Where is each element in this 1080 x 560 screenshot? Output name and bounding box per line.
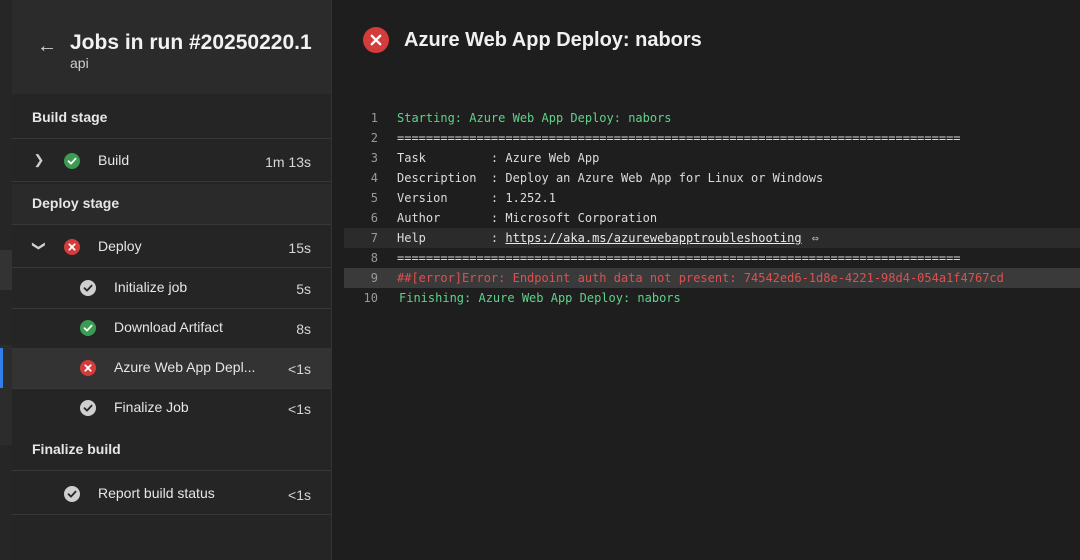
log-text: ========================================… xyxy=(397,251,961,265)
run-title: Jobs in run #20250220.1 xyxy=(70,31,312,54)
run-subtitle: api xyxy=(70,55,89,71)
step-row-download-artifact[interactable]: Download Artifact 8s xyxy=(12,308,331,349)
log-line-help[interactable]: 7 Help : https://aka.ms/azurewebapptroub… xyxy=(344,228,1080,248)
log-text: Starting: Azure Web App Deploy: nabors xyxy=(397,111,672,125)
line-number: 3 xyxy=(370,151,378,165)
line-number: 9 xyxy=(370,271,378,285)
log-text: Description : Deploy an Azure Web App fo… xyxy=(397,171,824,185)
success-check-icon xyxy=(80,320,96,336)
log-text: Version : 1.252.1 xyxy=(397,191,556,205)
error-x-icon xyxy=(80,360,96,376)
step-label: Azure Web App Depl... xyxy=(114,359,256,375)
log-line[interactable]: 1 Starting: Azure Web App Deploy: nabors xyxy=(344,108,1080,128)
log-title: Azure Web App Deploy: nabors xyxy=(404,29,702,51)
line-number: 8 xyxy=(370,251,378,265)
log-line[interactable]: 10 Finishing: Azure Web App Deploy: nabo… xyxy=(344,288,1080,308)
help-link[interactable]: https://aka.ms/azurewebapptroubleshootin… xyxy=(505,231,801,245)
step-duration: 5s xyxy=(296,281,311,297)
log-line[interactable]: 2 ======================================… xyxy=(344,128,1080,148)
stage-header-deploy: Deploy stage xyxy=(12,184,331,225)
log-line[interactable]: 6 Author : Microsoft Corporation xyxy=(344,208,1080,228)
job-row-deploy[interactable]: ❯ Deploy 15s xyxy=(12,227,331,268)
job-row-report-build-status[interactable]: Report build status <1s xyxy=(12,474,331,515)
stage-label: Finalize build xyxy=(32,441,121,457)
sidebar-header: ← Jobs in run #20250220.1 api xyxy=(12,0,331,94)
line-number: 10 xyxy=(363,291,378,305)
step-row-azure-web-app-deploy[interactable]: Azure Web App Depl... <1s xyxy=(0,348,331,389)
log-line[interactable]: 4 Description : Deploy an Azure Web App … xyxy=(344,168,1080,188)
job-label: Deploy xyxy=(98,238,142,254)
log-text: ========================================… xyxy=(397,131,961,145)
job-duration: 15s xyxy=(288,240,311,256)
left-edge-strip xyxy=(0,0,12,560)
step-duration: 8s xyxy=(296,321,311,337)
log-text: Task : Azure Web App xyxy=(397,151,600,165)
left-edge-block xyxy=(0,250,12,290)
line-number: 5 xyxy=(370,191,378,205)
step-label: Finalize Job xyxy=(114,399,189,415)
stage-label: Build stage xyxy=(32,109,108,125)
completed-check-icon xyxy=(80,400,96,416)
stage-header-build: Build stage xyxy=(12,98,331,139)
job-duration: <1s xyxy=(288,487,311,503)
log-line-error[interactable]: 9 ##[error]Error: Endpoint auth data not… xyxy=(344,268,1080,288)
error-x-icon xyxy=(64,239,80,255)
log-line[interactable]: 5 Version : 1.252.1 xyxy=(344,188,1080,208)
chevron-right-icon[interactable]: ❯ xyxy=(32,152,46,168)
job-label: Report build status xyxy=(98,485,215,501)
log-line[interactable]: 3 Task : Azure Web App xyxy=(344,148,1080,168)
error-x-icon xyxy=(363,27,389,53)
line-number: 1 xyxy=(370,111,378,125)
log-text: Finishing: Azure Web App Deploy: nabors xyxy=(399,291,681,305)
log-panel: Azure Web App Deploy: nabors 1 Starting:… xyxy=(332,0,1080,560)
stage-label: Deploy stage xyxy=(32,195,120,211)
success-check-icon xyxy=(64,153,80,169)
step-duration: <1s xyxy=(288,401,311,417)
step-row-initialize-job[interactable]: Initialize job 5s xyxy=(12,268,331,309)
log-line[interactable]: 8 ======================================… xyxy=(344,248,1080,268)
line-number: 7 xyxy=(370,231,378,245)
log-text: Help : https://aka.ms/azurewebapptrouble… xyxy=(397,228,819,248)
step-row-finalize-job[interactable]: Finalize Job <1s xyxy=(12,388,331,428)
line-number: 6 xyxy=(370,211,378,225)
log-text: Author : Microsoft Corporation xyxy=(397,211,658,225)
job-duration: 1m 13s xyxy=(265,154,311,170)
stage-header-finalize: Finalize build xyxy=(12,430,331,471)
arrow-left-icon[interactable]: ← xyxy=(37,34,57,58)
job-row-build[interactable]: ❯ Build 1m 13s xyxy=(12,141,331,182)
completed-check-icon xyxy=(80,280,96,296)
log-output: 1 Starting: Azure Web App Deploy: nabors… xyxy=(344,108,1080,308)
help-prefix: Help : xyxy=(397,231,506,245)
step-label: Download Artifact xyxy=(114,319,223,335)
line-number: 2 xyxy=(370,131,378,145)
log-text: ##[error]Error: Endpoint auth data not p… xyxy=(397,271,1004,285)
step-duration: <1s xyxy=(288,361,311,377)
line-number: 4 xyxy=(370,171,378,185)
job-label: Build xyxy=(98,152,130,168)
completed-check-icon xyxy=(64,486,80,502)
step-label: Initialize job xyxy=(114,279,188,295)
jobs-sidebar: ← Jobs in run #20250220.1 api Build stag… xyxy=(0,0,332,560)
chevron-down-icon[interactable]: ❯ xyxy=(31,239,47,253)
link-icon[interactable]: ⇔ xyxy=(812,231,819,245)
